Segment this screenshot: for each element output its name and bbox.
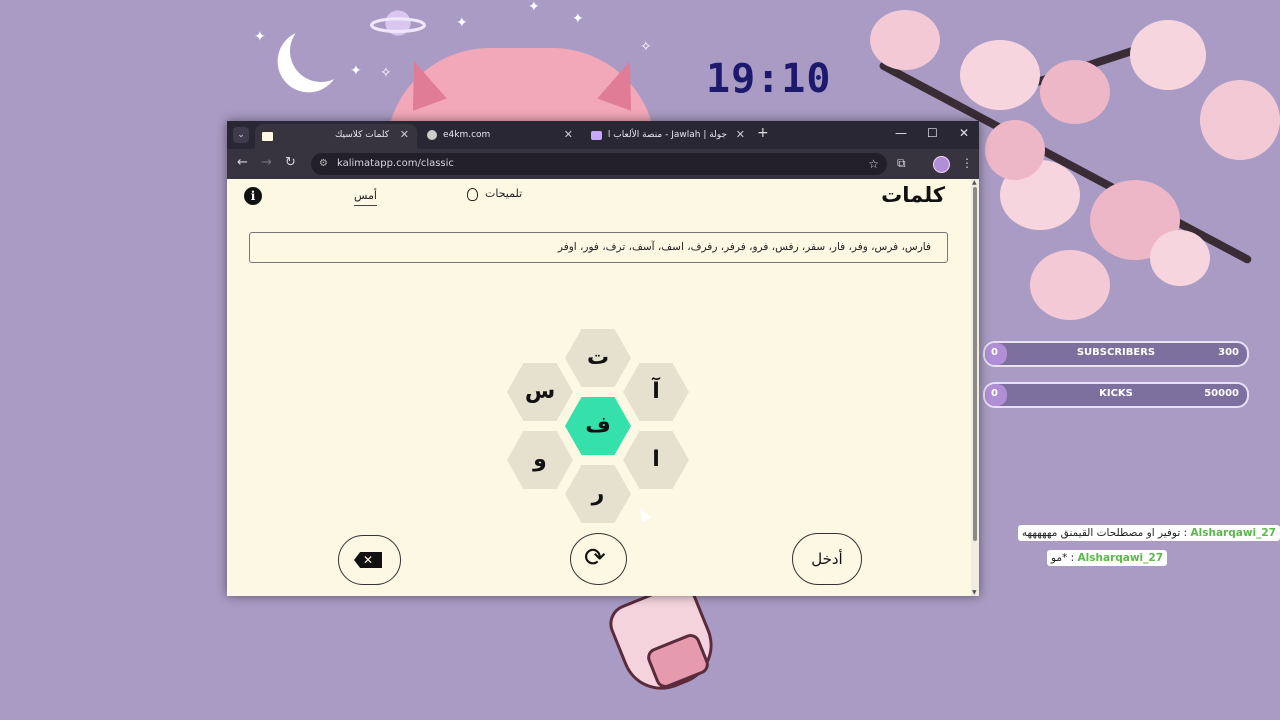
scroll-up-icon[interactable]: ▲	[972, 179, 977, 186]
blossom-decoration	[1150, 230, 1210, 286]
extensions-icon[interactable]: ⧉	[897, 156, 906, 171]
browser-menu-icon[interactable]: ⋮	[961, 156, 973, 170]
blossom-decoration	[1040, 60, 1110, 124]
blossom-decoration	[1030, 250, 1110, 320]
address-url: kalimatapp.com/classic	[337, 158, 454, 169]
address-bar[interactable]: ⚙ kalimatapp.com/classic ☆	[311, 153, 887, 175]
letter-hex-top-right[interactable]: آ	[623, 363, 689, 421]
forward-button[interactable]: →	[261, 155, 272, 170]
tab-strip: ⌄ كلمات كلاسيك ✕ e4km.com ✕ جولة | Jawla…	[227, 121, 979, 149]
letter-hex-center[interactable]: ف	[565, 397, 631, 455]
chat-message: Alsharqawi_27 : توفير او مصطلحات القيمنق…	[1017, 525, 1280, 541]
chat-separator: :	[1180, 527, 1191, 539]
goal-target: 50000	[1204, 388, 1239, 399]
tab-title: كلمات كلاسيك	[334, 130, 389, 140]
found-words-list: فارس، فرس، وفر، فار، سفر، رفس، فرو، فرفر…	[557, 241, 931, 253]
shuffle-button[interactable]: ⟳	[570, 533, 627, 585]
browser-window: ⌄ كلمات كلاسيك ✕ e4km.com ✕ جولة | Jawla…	[227, 121, 979, 596]
chat-text: توفير او مصطلحات القيمنق مهههههه	[1021, 527, 1181, 539]
new-tab-button[interactable]: +	[757, 125, 769, 141]
tab-close-icon[interactable]: ✕	[564, 124, 573, 146]
subscribers-goal-bar: 0 SUBSCRIBERS 300	[983, 341, 1249, 367]
tab-close-icon[interactable]: ✕	[400, 124, 409, 146]
goal-label: SUBSCRIBERS	[1076, 347, 1156, 358]
chat-text: *مو	[1051, 552, 1068, 564]
bookmark-star-icon[interactable]: ☆	[868, 153, 879, 175]
tab-e4km[interactable]: e4km.com ✕	[419, 124, 581, 149]
letter-hex-bottom-left[interactable]: و	[507, 431, 573, 489]
letter-hex-top-left[interactable]: س	[507, 363, 573, 421]
site-info-icon[interactable]: ⚙	[319, 153, 328, 175]
lightbulb-icon[interactable]	[467, 188, 478, 201]
jawlah-favicon-icon	[591, 131, 602, 140]
letter-hex-bottom[interactable]: ر	[565, 465, 631, 523]
reload-button[interactable]: ↻	[285, 155, 296, 170]
star-decoration: ✧	[640, 39, 652, 55]
blossom-decoration	[870, 10, 940, 70]
tab-close-icon[interactable]: ✕	[736, 124, 745, 146]
scroll-down-icon[interactable]: ▼	[972, 589, 977, 596]
delete-button[interactable]: ✕	[338, 535, 401, 585]
crescent-moon-decoration	[285, 15, 357, 87]
chat-message: Alsharqawi_27 : *مو	[1047, 550, 1168, 566]
star-decoration: ✧	[380, 65, 392, 81]
backspace-icon: ✕	[354, 552, 382, 568]
profile-avatar[interactable]	[933, 156, 950, 173]
stream-clock: 19:10	[706, 56, 832, 102]
globe-favicon-icon	[427, 130, 437, 140]
maximize-button[interactable]: ☐	[927, 126, 938, 140]
tab-search-button[interactable]: ⌄	[233, 127, 249, 143]
tab-kalimat-classic[interactable]: كلمات كلاسيك ✕	[255, 124, 417, 149]
shuffle-icon: ⟳	[584, 543, 606, 573]
blossom-decoration	[1200, 80, 1280, 160]
kalimat-favicon-icon	[261, 131, 274, 142]
planet-decoration	[370, 10, 426, 36]
blossom-decoration	[960, 40, 1040, 110]
app-logo[interactable]: كلمات	[881, 183, 945, 207]
page-scrollbar[interactable]: ▲ ▼	[971, 179, 979, 596]
star-decoration: ✦	[254, 29, 266, 45]
hints-button[interactable]: تلميحات	[485, 187, 522, 200]
blossom-decoration	[1130, 20, 1206, 90]
tab-title: جولة | Jawlah - منصة الألعاب الت...	[607, 130, 727, 140]
minimize-button[interactable]: —	[895, 126, 907, 140]
back-button[interactable]: ←	[237, 155, 248, 170]
star-decoration: ✦	[456, 15, 468, 31]
star-decoration: ✦	[528, 0, 540, 15]
letter-hex-bottom-right[interactable]: ا	[623, 431, 689, 489]
chat-username: Alsharqawi_27	[1190, 527, 1276, 539]
found-words-box[interactable]: فارس، فرس، وفر، فار، سفر، رفس، فرو، فرفر…	[249, 232, 948, 263]
letter-hex-top[interactable]: ت	[565, 329, 631, 387]
yesterday-button[interactable]: أمس	[354, 189, 377, 206]
blossom-decoration	[985, 120, 1045, 180]
chat-username: Alsharqawi_27	[1077, 552, 1164, 564]
scrollbar-thumb[interactable]	[973, 187, 977, 541]
kalimat-page: كلمات تلميحات أمس i فارس، فرس، وفر، فار،…	[227, 179, 971, 596]
tab-jawlah[interactable]: جولة | Jawlah - منصة الألعاب الت... ✕	[583, 124, 753, 149]
chat-separator: :	[1067, 552, 1078, 564]
enter-button[interactable]: أدخل	[792, 533, 862, 585]
star-decoration: ✦	[572, 11, 584, 27]
star-decoration: ✦	[350, 63, 362, 79]
info-icon[interactable]: i	[244, 187, 262, 205]
kicks-goal-bar: 0 KICKS 50000	[983, 382, 1249, 408]
window-close-button[interactable]: ✕	[959, 126, 969, 140]
goal-target: 300	[1218, 347, 1239, 358]
tab-title: e4km.com	[443, 130, 491, 140]
browser-toolbar: ← → ↻ ⚙ kalimatapp.com/classic ☆ ⧉ ⋮	[227, 149, 979, 179]
